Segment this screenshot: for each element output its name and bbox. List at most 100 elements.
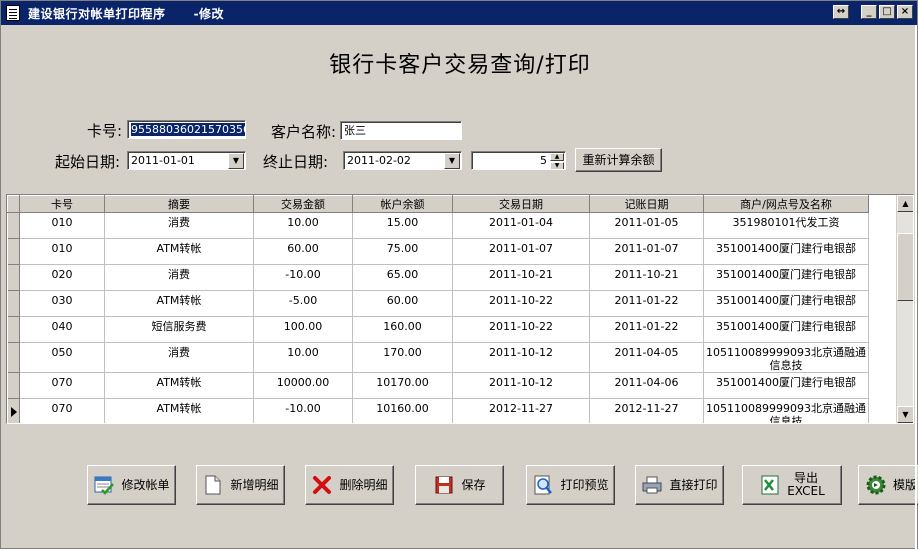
table-cell[interactable]: 2011-01-22	[589, 316, 704, 343]
table-cell[interactable]: 2011-01-07	[452, 238, 590, 265]
scroll-up-icon[interactable]: ▲	[897, 195, 913, 212]
table-cell[interactable]: 75.00	[352, 238, 453, 265]
spin-up-icon[interactable]: ▲	[550, 153, 564, 161]
row-indicator[interactable]	[7, 342, 20, 373]
table-cell[interactable]: 2012-11-27	[589, 398, 704, 423]
table-cell[interactable]: 2011-01-04	[452, 212, 590, 239]
table-cell[interactable]: 100.00	[253, 316, 353, 343]
column-header[interactable]: 摘要	[104, 195, 254, 213]
table-cell[interactable]: 10.00	[253, 212, 353, 239]
table-cell[interactable]: ATM转帐	[104, 372, 254, 399]
table-row[interactable]: 070 ATM转帐 -10.00 10160.00 2012-11-27 2012-11-…	[7, 398, 869, 423]
table-cell[interactable]: ATM转帐	[104, 238, 254, 265]
table-cell[interactable]: 2011-10-12	[452, 372, 590, 399]
table-cell[interactable]: 010	[19, 212, 105, 239]
resize-button[interactable]: ↔	[833, 5, 849, 19]
table-cell[interactable]: ATM转帐	[104, 290, 254, 317]
table-cell[interactable]: 105110089999093北京通融通信息技	[703, 342, 869, 373]
table-cell[interactable]: -10.00	[253, 264, 353, 291]
table-cell[interactable]: 2011-01-22	[589, 290, 704, 317]
table-cell[interactable]: 2011-10-21	[589, 264, 704, 291]
table-cell[interactable]: 消费	[104, 264, 254, 291]
table-cell[interactable]: -10.00	[253, 398, 353, 423]
table-cell[interactable]: 351980101代发工资	[703, 212, 869, 239]
table-cell[interactable]: 105110089999093北京通融通信息技	[703, 398, 869, 423]
recalculate-balance-button[interactable]: 重新计算余额	[575, 148, 662, 172]
table-cell[interactable]: 10170.00	[352, 372, 453, 399]
maximize-button[interactable]: □	[879, 5, 895, 19]
row-indicator[interactable]	[7, 316, 20, 343]
table-cell[interactable]: 2012-11-27	[452, 398, 590, 423]
row-indicator[interactable]	[7, 238, 20, 265]
row-indicator[interactable]	[7, 372, 20, 399]
card-number-input[interactable]: 9558803602157035650	[127, 120, 246, 139]
table-cell[interactable]: 10000.00	[253, 372, 353, 399]
table-cell[interactable]: 2011-10-21	[452, 264, 590, 291]
table-cell[interactable]: 消费	[104, 342, 254, 373]
table-cell[interactable]: 2011-01-07	[589, 238, 704, 265]
table-cell[interactable]: -5.00	[253, 290, 353, 317]
table-cell[interactable]: 2011-01-05	[589, 212, 704, 239]
table-cell[interactable]: 351001400厦门建行电银部	[703, 290, 869, 317]
column-header[interactable]: 交易金额	[253, 195, 353, 213]
column-header[interactable]: 交易日期	[452, 195, 590, 213]
scroll-down-icon[interactable]: ▼	[897, 406, 913, 423]
table-row[interactable]: 010 消费 10.00 15.00 2011-01-04 2011-01-05 35198…	[7, 212, 869, 239]
column-header[interactable]: 帐户余额	[352, 195, 453, 213]
table-cell[interactable]: 65.00	[352, 264, 453, 291]
minimize-button[interactable]: _	[861, 5, 877, 19]
table-cell[interactable]: 070	[19, 372, 105, 399]
table-cell[interactable]: 351001400厦门建行电银部	[703, 372, 869, 399]
table-cell[interactable]: 消费	[104, 212, 254, 239]
table-cell[interactable]: 160.00	[352, 316, 453, 343]
table-cell[interactable]: 短信服务费	[104, 316, 254, 343]
vertical-scrollbar[interactable]: ▲ ▼	[896, 195, 913, 423]
template-button[interactable]: 模版	[858, 465, 918, 505]
table-row[interactable]: 050 消费 10.00 170.00 2011-10-12 2011-04-05 1051…	[7, 342, 869, 373]
table-cell[interactable]: 60.00	[253, 238, 353, 265]
table-cell[interactable]: 2011-04-05	[589, 342, 704, 373]
add-detail-button[interactable]: 新增明细	[196, 465, 285, 505]
chevron-down-icon[interactable]: ▼	[444, 153, 460, 169]
table-cell[interactable]: 2011-04-06	[589, 372, 704, 399]
column-header[interactable]: 商户/网点号及名称	[703, 195, 869, 213]
end-date-combo[interactable]: 2011-02-02 ▼	[343, 151, 462, 170]
table-cell[interactable]: 10160.00	[352, 398, 453, 423]
table-cell[interactable]: 60.00	[352, 290, 453, 317]
table-cell[interactable]: 351001400厦门建行电银部	[703, 264, 869, 291]
table-cell[interactable]: 2011-10-22	[452, 290, 590, 317]
spin-down-icon[interactable]: ▼	[550, 162, 564, 169]
row-indicator[interactable]	[7, 290, 20, 317]
scrollbar-thumb[interactable]	[897, 233, 913, 301]
table-cell[interactable]: 010	[19, 238, 105, 265]
table-cell[interactable]: 15.00	[352, 212, 453, 239]
table-cell[interactable]: 10.00	[253, 342, 353, 373]
edit-statement-button[interactable]: 修改帐单	[87, 465, 176, 505]
print-preview-button[interactable]: 打印预览	[526, 465, 615, 505]
table-cell[interactable]: 050	[19, 342, 105, 373]
save-button[interactable]: 保存	[415, 465, 504, 505]
customer-name-input[interactable]: 张三	[340, 121, 462, 140]
table-cell[interactable]: 070	[19, 398, 105, 423]
row-indicator[interactable]	[7, 264, 20, 291]
table-cell[interactable]: 2011-10-12	[452, 342, 590, 373]
table-cell[interactable]: 351001400厦门建行电银部	[703, 238, 869, 265]
table-cell[interactable]: 351001400厦门建行电银部	[703, 316, 869, 343]
column-header[interactable]: 记账日期	[589, 195, 704, 213]
transaction-grid[interactable]: 卡号 摘要 交易金额 帐户余额 交易日期 记账日期 商户/网点号及名称 010 消…	[6, 194, 914, 424]
start-date-combo[interactable]: 2011-01-01 ▼	[127, 151, 246, 170]
table-cell[interactable]: ATM转帐	[104, 398, 254, 423]
column-header[interactable]: 卡号	[19, 195, 105, 213]
table-cell[interactable]: 020	[19, 264, 105, 291]
page-count-spinner[interactable]: 5 ▲ ▼	[471, 151, 566, 170]
table-cell[interactable]: 2011-10-22	[452, 316, 590, 343]
export-excel-button[interactable]: 导出 EXCEL	[742, 465, 842, 505]
app-icon[interactable]	[6, 5, 20, 21]
close-button[interactable]: ×	[897, 5, 913, 19]
table-cell[interactable]: 040	[19, 316, 105, 343]
row-indicator[interactable]	[7, 212, 20, 239]
title-bar[interactable]: 建设银行对帐单打印程序 -修改 ↔ _ □ ×	[1, 1, 917, 25]
table-row[interactable]: 010 ATM转帐 60.00 75.00 2011-01-07 2011-01-07 35…	[7, 238, 869, 265]
row-indicator[interactable]	[7, 398, 20, 423]
table-row[interactable]: 040 短信服务费 100.00 160.00 2011-10-22 2011-01-22…	[7, 316, 869, 343]
